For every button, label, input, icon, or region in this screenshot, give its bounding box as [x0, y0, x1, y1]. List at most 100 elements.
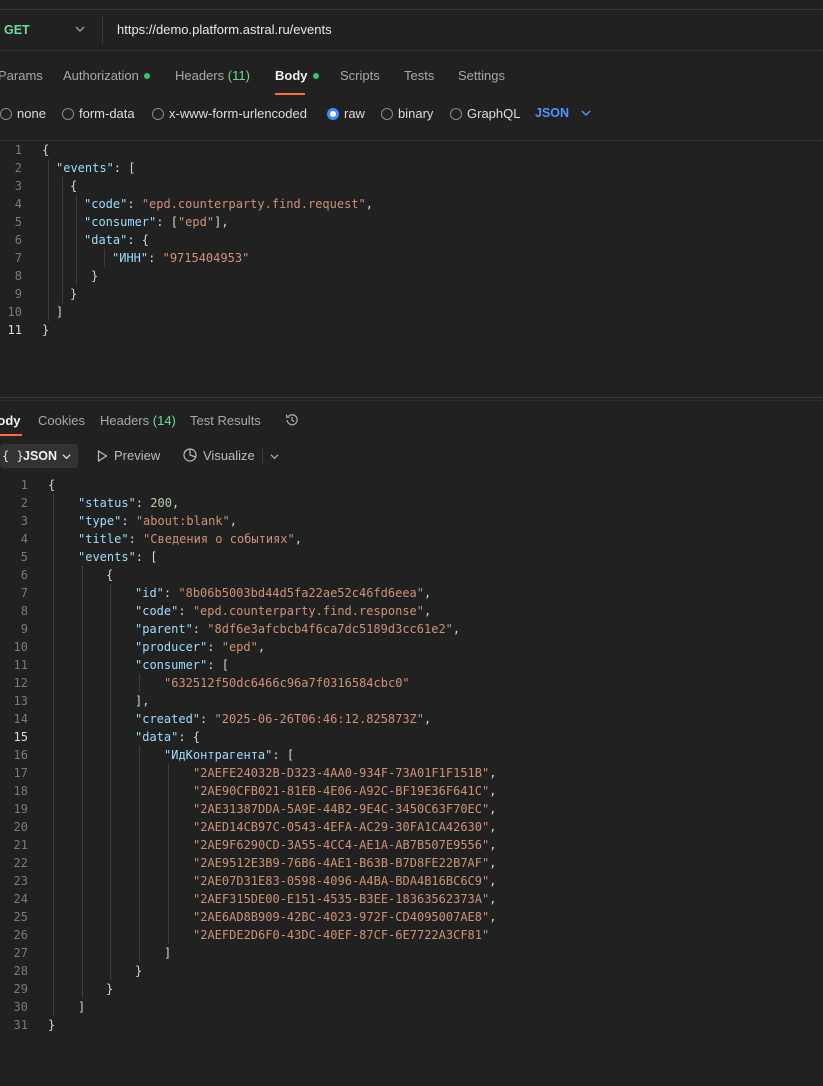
code-line: }	[91, 269, 99, 283]
line-number: 20	[13, 820, 28, 834]
tab-response-headers[interactable]: Headers (14)	[100, 413, 176, 428]
code-line: {	[42, 143, 50, 157]
chevron-down-icon[interactable]	[580, 107, 592, 119]
tab-tests[interactable]: Tests	[404, 68, 434, 83]
code-line: "type": "about:blank",	[78, 514, 237, 528]
code-line: "consumer": [	[135, 658, 229, 672]
preview-button[interactable]: Preview	[97, 448, 160, 463]
code-line: "2AE6AD8B909-42BC-4023-972F-CD4095007AE8…	[193, 910, 497, 924]
code-line: "2AEFDE2D6F0-43DC-40EF-87CF-6E7722A3CF81…	[193, 928, 490, 942]
radio-none[interactable]: none	[0, 106, 46, 121]
tab-authorization[interactable]: Authorization	[63, 68, 150, 83]
tab-body[interactable]: Body	[275, 68, 319, 83]
chevron-down-icon[interactable]	[74, 23, 86, 35]
divider	[262, 449, 263, 465]
json-string: "epd.counterparty.find.request"	[141, 197, 366, 211]
line-number: 27	[13, 946, 28, 960]
tab-test-results[interactable]: Test Results	[190, 413, 261, 428]
radio-circle[interactable]	[381, 107, 393, 120]
json-string: 8b06b5003bd44d5fa22ae52c46fd6eea	[185, 586, 417, 600]
radio-circle[interactable]	[450, 107, 462, 120]
radio-circle[interactable]	[0, 107, 12, 120]
radio-urlencoded[interactable]: x-www-form-urlencoded	[152, 106, 307, 121]
code-line: "producer": "epd",	[135, 640, 266, 654]
code-line: "code": "epd.counterparty.find.request",	[84, 197, 374, 211]
line-number-current: 15	[13, 730, 28, 744]
radio-raw[interactable]: raw	[327, 106, 365, 121]
json-string: 2AE6AD8B909-42BC-4023-972F-CD4095007AE8	[200, 910, 482, 924]
json-string: epd	[185, 215, 207, 229]
code-line: "ИНН": "9715404953"	[112, 251, 250, 265]
radio-label: GraphQL	[467, 106, 521, 121]
json-string: 2AE90CFB021-81EB-4E06-A92C-BF19E36F641C	[200, 784, 482, 798]
code-line: {	[70, 179, 78, 193]
line-number: 6	[14, 233, 22, 247]
line-number: 10	[7, 305, 22, 319]
json-string: 2AE07D31E83-0598-4096-A4BA-BDA4B16BC6C9	[200, 874, 482, 888]
tab-params[interactable]: Params	[0, 68, 43, 83]
indent-guide	[53, 494, 54, 1016]
indent-guide	[139, 674, 140, 692]
chevron-down-icon	[62, 454, 71, 460]
line-number-current: 11	[7, 323, 22, 337]
line-number: 24	[13, 892, 28, 906]
line-number: 9	[20, 622, 28, 636]
response-tabs: Body Cookies Headers (14) Test Results	[0, 405, 823, 441]
json-string: 2AE9512E3B9-76B6-4AE1-B63B-B7D8FE22B7AF	[200, 856, 482, 870]
tab-scripts[interactable]: Scripts	[340, 68, 380, 83]
code-line: "ИдКонтрагента": [	[164, 748, 295, 762]
line-number: 22	[13, 856, 28, 870]
radio-circle[interactable]	[62, 107, 74, 120]
pane-splitter[interactable]	[0, 397, 823, 401]
url-input[interactable]: https://demo.platform.astral.ru/events	[117, 22, 332, 37]
tab-headers[interactable]: Headers (11)	[175, 68, 250, 83]
headers-count: (14)	[152, 413, 176, 428]
code-line: ]	[78, 1000, 86, 1014]
line-number: 4	[14, 197, 22, 211]
code-line: "2AE07D31E83-0598-4096-A4BA-BDA4B16BC6C9…	[193, 874, 497, 888]
method-select[interactable]: GET	[4, 23, 30, 37]
line-number: 16	[13, 748, 28, 762]
raw-format-select[interactable]: JSON	[535, 106, 569, 120]
indent-guide	[104, 249, 105, 267]
line-number: 4	[20, 532, 28, 546]
radio-circle[interactable]	[152, 107, 164, 120]
history-icon[interactable]	[284, 412, 300, 428]
play-icon	[97, 449, 108, 462]
line-number: 30	[13, 1000, 28, 1014]
code-line: "consumer": ["epd"],	[84, 215, 229, 229]
radio-graphql[interactable]: GraphQL	[450, 106, 521, 121]
tab-label: Settings	[458, 68, 505, 83]
tab-response-body[interactable]: Body	[0, 413, 21, 428]
line-number: 19	[13, 802, 28, 816]
code-line: ],	[135, 694, 150, 708]
code-line: "data": {	[84, 233, 150, 247]
json-string: epd	[228, 640, 251, 654]
line-number: 5	[20, 550, 28, 564]
tab-cookies[interactable]: Cookies	[38, 413, 85, 428]
line-number: 9	[14, 287, 22, 301]
chevron-down-icon[interactable]	[269, 451, 280, 462]
code-line: }	[48, 1018, 56, 1032]
radio-label: x-www-form-urlencoded	[169, 106, 307, 121]
line-number: 7	[14, 251, 22, 265]
tab-label: Headers	[100, 413, 150, 428]
code-line: "id": "8b06b5003bd44d5fa22ae52c46fd6eea"…	[135, 586, 432, 600]
headers-count: (11)	[227, 68, 250, 83]
json-string: 2AEFE24032B-D323-4AA0-934F-73A01F1F151B	[200, 766, 482, 780]
radio-binary[interactable]: binary	[381, 106, 433, 121]
code-line: "2AED14CB97C-0543-4EFA-AC29-30FA1CA42630…	[193, 820, 497, 834]
line-number: 3	[20, 514, 28, 528]
line-number: 25	[13, 910, 28, 924]
visualize-button[interactable]: Visualize	[182, 447, 255, 465]
code-line: "2AE9F6290CD-3A55-4CC4-AE1A-AB7B507E9556…	[193, 838, 497, 852]
radio-circle-selected[interactable]	[327, 107, 339, 120]
code-line: "title": "Сведения о событиях",	[78, 532, 303, 546]
response-format-select[interactable]: { } JSON	[0, 444, 78, 468]
line-number: 2	[14, 161, 22, 175]
code-line: "2AE90CFB021-81EB-4E06-A92C-BF19E36F641C…	[193, 784, 497, 798]
indent-guide	[139, 746, 140, 962]
radio-form-data[interactable]: form-data	[62, 106, 135, 121]
json-string: 2AEFDE2D6F0-43DC-40EF-87CF-6E7722A3CF81	[200, 928, 482, 942]
tab-settings[interactable]: Settings	[458, 68, 505, 83]
